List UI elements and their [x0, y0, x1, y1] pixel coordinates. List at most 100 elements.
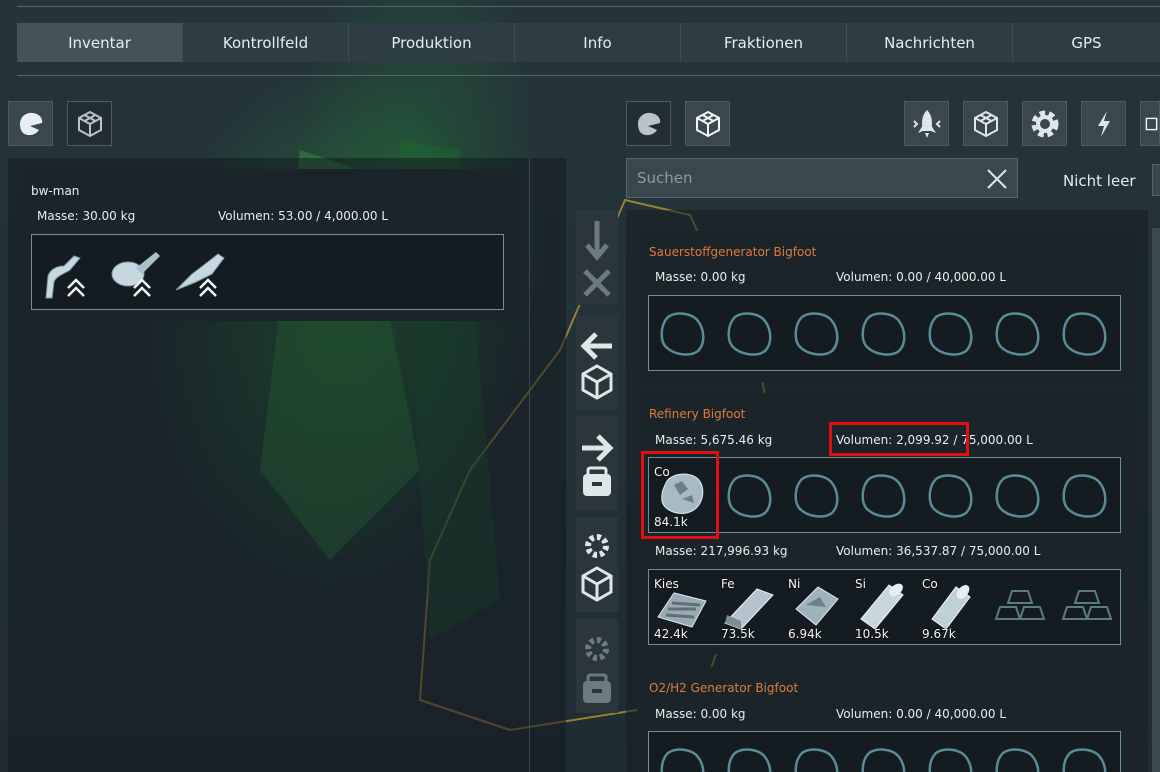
- main-tabs: Inventar Kontrollfeld Produktion Info Fr…: [17, 23, 1160, 62]
- tab-inventar[interactable]: Inventar: [17, 23, 183, 62]
- inventory-cube-icon: [695, 110, 720, 137]
- item-amount: 42.4k: [654, 627, 688, 641]
- power-filter-button[interactable]: [1081, 101, 1126, 146]
- empty-slot[interactable]: [987, 303, 1047, 363]
- hand-drill-icon: [175, 253, 225, 297]
- item-amount: 10.5k: [855, 627, 889, 641]
- empty-ore-slot-icon: [794, 474, 839, 518]
- exit-filter-button[interactable]: [1140, 101, 1160, 146]
- empty-slot[interactable]: [1054, 303, 1114, 363]
- player-name: bw-man: [31, 184, 80, 198]
- welder-tool-icon: [45, 255, 85, 299]
- empty-ingot-slot-icon: [994, 590, 1046, 620]
- ship-filter-button[interactable]: [904, 101, 949, 146]
- inventory-slot[interactable]: [990, 575, 1050, 635]
- tab-nachrichten[interactable]: Nachrichten: [847, 23, 1013, 62]
- empty-slot[interactable]: [1054, 465, 1114, 525]
- production-filter-button[interactable]: [1022, 101, 1067, 146]
- empty-slot[interactable]: [853, 303, 913, 363]
- refinery-output-volume: Volumen: 36,537.87 / 75,000.00 L: [836, 544, 1041, 558]
- tabs-divider: [17, 75, 1160, 76]
- exit-icon: [1145, 117, 1158, 130]
- container-name: Sauerstoffgenerator Bigfoot: [649, 245, 817, 259]
- empty-slot[interactable]: [853, 465, 913, 525]
- empty-ore-slot-icon: [928, 748, 973, 772]
- tab-kontrollfeld[interactable]: Kontrollfeld: [183, 23, 349, 62]
- item-symbol: Kies: [654, 577, 679, 591]
- transfer-left-button[interactable]: [576, 315, 618, 410]
- top-divider: [17, 6, 1160, 7]
- empty-ore-slot-icon: [660, 312, 705, 356]
- tab-produktion[interactable]: Produktion: [349, 23, 515, 62]
- player-volume: Volumen: 53.00 / 4,000.00 L: [218, 209, 389, 223]
- empty-slot[interactable]: [719, 303, 779, 363]
- container-name: Refinery Bigfoot: [649, 407, 746, 421]
- character-icon: [19, 112, 42, 135]
- player-mass: Masse: 30.00 kg: [37, 209, 136, 223]
- empty-ore-slot-icon: [995, 474, 1040, 518]
- empty-slot[interactable]: [987, 739, 1047, 772]
- item-symbol: Ni: [788, 577, 801, 591]
- container-filter-button[interactable]: [963, 101, 1008, 146]
- empty-slot[interactable]: [786, 465, 846, 525]
- scrollbar[interactable]: [1152, 228, 1160, 772]
- empty-ore-slot-icon: [1062, 312, 1107, 356]
- filter-checkbox[interactable]: [1152, 164, 1160, 196]
- item-symbol: Fe: [721, 577, 735, 591]
- right-character-button[interactable]: [626, 101, 671, 146]
- inventory-slot[interactable]: [1057, 575, 1117, 635]
- left-inventory-button[interactable]: [67, 101, 112, 146]
- empty-ore-slot-icon: [861, 748, 906, 772]
- empty-slot[interactable]: [719, 465, 779, 525]
- empty-slot[interactable]: [920, 303, 980, 363]
- container-cube-icon: [973, 110, 998, 137]
- inventory-slot[interactable]: [106, 244, 166, 304]
- empty-ore-slot-icon: [928, 474, 973, 518]
- item-amount: 6.94k: [788, 627, 822, 641]
- tab-info[interactable]: Info: [515, 23, 681, 62]
- left-character-button[interactable]: [8, 101, 53, 146]
- empty-slot[interactable]: [719, 739, 779, 772]
- empty-slot[interactable]: [853, 739, 913, 772]
- empty-slot[interactable]: [920, 465, 980, 525]
- gear-icon: [1031, 110, 1058, 137]
- empty-slot[interactable]: [1054, 739, 1114, 772]
- empty-ore-slot-icon: [995, 312, 1040, 356]
- empty-slot[interactable]: [786, 739, 846, 772]
- empty-ore-slot-icon: [861, 474, 906, 518]
- tab-fraktionen[interactable]: Fraktionen: [681, 23, 847, 62]
- item-amount: 73.5k: [721, 627, 755, 641]
- empty-slot[interactable]: [652, 303, 712, 363]
- container-volume: Volumen: 0.00 / 40,000.00 L: [836, 270, 1007, 284]
- panel-separator: [529, 158, 530, 772]
- container-volume: Volumen: 2,099.92 / 75,000.00 L: [836, 433, 1033, 447]
- close-icon[interactable]: [984, 166, 1010, 192]
- empty-ore-slot-icon: [794, 312, 839, 356]
- empty-slot[interactable]: [652, 739, 712, 772]
- container-mass: Masse: 0.00 kg: [655, 270, 746, 284]
- grinder-tool-icon: [111, 252, 160, 297]
- item-symbol: Si: [855, 577, 866, 591]
- refinery-output-mass: Masse: 217,996.93 kg: [655, 544, 788, 558]
- empty-slot[interactable]: [786, 303, 846, 363]
- character-icon: [637, 112, 660, 135]
- empty-slot[interactable]: [987, 465, 1047, 525]
- inventory-slot[interactable]: [172, 244, 232, 304]
- empty-ore-slot-icon: [727, 474, 772, 518]
- container-settings-button[interactable]: [576, 618, 618, 713]
- container-mass: Masse: 0.00 kg: [655, 707, 746, 721]
- empty-ore-slot-icon: [727, 312, 772, 356]
- right-inventory-button[interactable]: [685, 101, 730, 146]
- search-input[interactable]: Suchen: [626, 158, 1018, 198]
- tab-gps[interactable]: GPS: [1013, 23, 1160, 62]
- player-slot-grid: [31, 234, 504, 310]
- inventory-slot[interactable]: [40, 244, 100, 304]
- inventory-cube-icon: [77, 110, 102, 137]
- transfer-right-button[interactable]: [576, 415, 618, 510]
- inventory-settings-button[interactable]: [576, 517, 618, 612]
- empty-slot[interactable]: [920, 739, 980, 772]
- transfer-down-clear-button[interactable]: [576, 210, 618, 305]
- empty-ore-slot-icon: [1062, 748, 1107, 772]
- empty-ore-slot-icon: [995, 748, 1040, 772]
- rocket-icon: [912, 109, 941, 138]
